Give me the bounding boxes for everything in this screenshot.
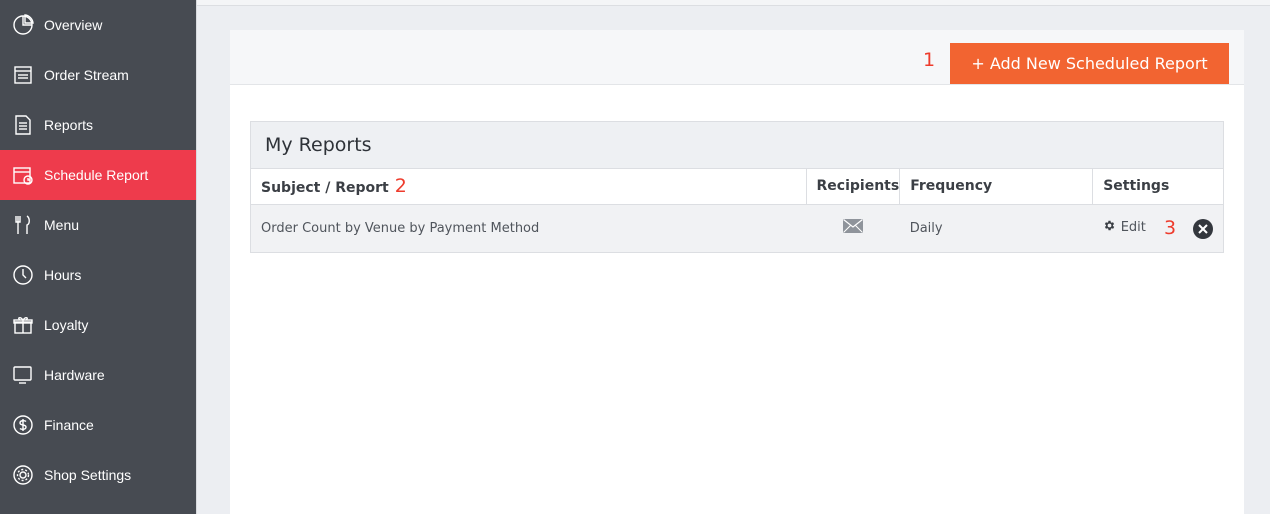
report-frequency: Daily — [899, 204, 1093, 252]
annotation-marker: 3 — [1164, 217, 1177, 240]
column-header-frequency[interactable]: Frequency — [899, 169, 1094, 205]
reports-grid: Subject / Report 2 Recipients Frequency S… — [251, 169, 1223, 252]
sidebar-item-label: Hours — [44, 267, 82, 283]
delete-report-button[interactable] — [1193, 218, 1213, 239]
sidebar-item-menu[interactable]: Menu — [0, 200, 196, 250]
calendar-clock-icon — [12, 164, 34, 186]
column-header-label: Subject / Report — [261, 180, 389, 197]
panel-header: 1 + Add New Scheduled Report — [230, 30, 1244, 85]
sidebar-item-order-stream[interactable]: Order Stream — [0, 50, 196, 100]
recipients-cell — [806, 204, 900, 252]
column-header-settings[interactable]: Settings — [1092, 169, 1223, 205]
clock-icon — [12, 264, 34, 286]
sidebar-item-label: Schedule Report — [44, 167, 149, 183]
sidebar-item-label: Finance — [44, 417, 94, 433]
monitor-icon — [12, 364, 34, 386]
main-panel: 1 + Add New Scheduled Report My Reports … — [230, 30, 1244, 514]
document-icon — [12, 114, 34, 136]
sidebar-item-schedule-report[interactable]: Schedule Report — [0, 150, 196, 200]
sidebar-item-label: Menu — [44, 217, 80, 233]
sidebar-item-label: Overview — [44, 17, 103, 33]
dollar-circle-icon — [12, 414, 34, 436]
receipt-icon — [12, 64, 34, 86]
table-row: Order Count by Venue by Payment Method D… — [251, 204, 1223, 252]
top-bar — [197, 0, 1270, 6]
annotation-marker: 1 — [923, 49, 936, 71]
sidebar: Overview Order Stream Reports Schedule R… — [0, 0, 196, 514]
edit-button[interactable]: Edit — [1103, 219, 1146, 236]
reports-title: My Reports — [251, 122, 1223, 169]
sidebar-item-overview[interactable]: Overview — [0, 0, 196, 50]
sidebar-item-label: Loyalty — [44, 317, 89, 333]
envelope-icon[interactable] — [842, 219, 863, 237]
report-subject: Order Count by Venue by Payment Method — [251, 204, 806, 252]
sidebar-item-label: Order Stream — [44, 67, 129, 83]
close-icon — [1198, 223, 1208, 234]
sidebar-item-label: Reports — [44, 117, 94, 133]
sidebar-item-finance[interactable]: Finance — [0, 400, 196, 450]
my-reports-table: My Reports Subject / Report 2 Recipients … — [250, 121, 1224, 253]
sidebar-divider — [196, 0, 197, 514]
sidebar-item-hardware[interactable]: Hardware — [0, 350, 196, 400]
sidebar-item-reports[interactable]: Reports — [0, 100, 196, 150]
annotation-marker: 2 — [394, 175, 407, 198]
edit-label: Edit — [1120, 219, 1146, 235]
column-header-recipients[interactable]: Recipients — [806, 169, 901, 205]
settings-cell: Edit 3 — [1092, 204, 1223, 252]
sidebar-item-loyalty[interactable]: Loyalty — [0, 300, 196, 350]
pie-chart-icon — [12, 14, 34, 36]
gear-circle-icon — [12, 464, 34, 486]
fork-knife-icon — [12, 214, 34, 236]
sidebar-item-label: Hardware — [44, 367, 105, 383]
gift-icon — [12, 314, 34, 336]
sidebar-item-hours[interactable]: Hours — [0, 250, 196, 300]
column-header-subject[interactable]: Subject / Report 2 — [251, 169, 807, 205]
sidebar-item-label: Shop Settings — [44, 467, 132, 483]
table-header-row: Subject / Report 2 Recipients Frequency S… — [251, 169, 1223, 205]
sidebar-item-shop-settings[interactable]: Shop Settings — [0, 450, 196, 500]
gear-icon — [1103, 219, 1121, 236]
add-scheduled-report-button[interactable]: + Add New Scheduled Report — [950, 43, 1229, 84]
